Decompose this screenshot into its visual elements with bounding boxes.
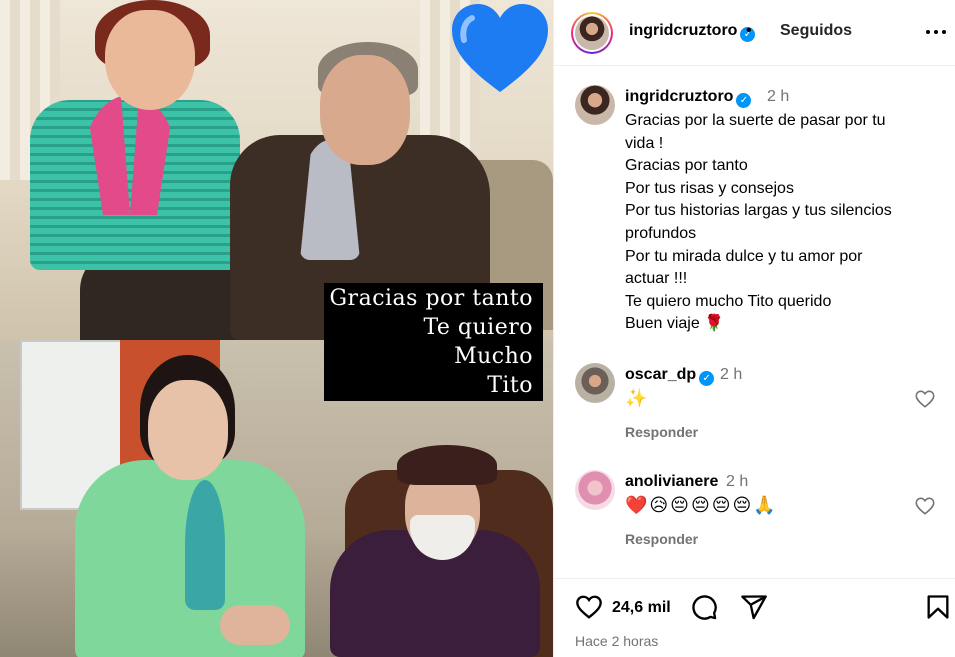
caption-text: Gracias por la suerte de pasar por tu vi… (625, 110, 925, 336)
separator-dot: • (746, 22, 752, 39)
caption-line: actuar !!! (625, 270, 688, 288)
caption-line: profundos (625, 224, 697, 242)
caption-line: Por tus historias largas y tus silencios (625, 202, 892, 220)
caption-time[interactable]: 2 h (767, 88, 789, 106)
reply-button[interactable]: Responder (625, 424, 698, 440)
caption-username-text[interactable]: ingridcruztoro (625, 88, 733, 105)
comment-like-heart-icon[interactable] (914, 388, 936, 410)
man-face (320, 55, 410, 165)
comment-time[interactable]: 2 h (720, 366, 742, 384)
held-hands (220, 605, 290, 645)
verified-badge-icon: ✓ (699, 371, 715, 386)
caption-line: Buen viaje 🌹 (625, 315, 725, 333)
comment-time[interactable]: 2 h (726, 473, 748, 491)
woman2-face (148, 380, 228, 480)
save-bookmark-icon[interactable] (924, 593, 952, 621)
following-button[interactable]: Seguidos (780, 22, 852, 40)
comment-text: ❤️😥😔😔😔😔🙏 (625, 495, 778, 515)
caption-line: Te quiero mucho Tito querido (625, 292, 832, 310)
comment-username-text[interactable]: oscar_dp (625, 366, 696, 383)
blue-heart-emoji-icon (452, 4, 548, 92)
likes-count[interactable]: 24,6 mil (612, 599, 671, 617)
overlay-line-1: Gracias por tanto (329, 286, 533, 311)
post-actions: 24,6 mil Hace 2 horas (554, 578, 955, 657)
post-side-panel: ingridcruztoro ✓ • Seguidos ingridcruztor… (553, 0, 955, 657)
verified-badge-icon: ✓ (736, 93, 752, 108)
comment-username-text[interactable]: anolivianere (625, 473, 718, 490)
caption-line: Por tu mirada dulce y tu amor por (625, 247, 863, 265)
more-options-icon[interactable] (924, 20, 948, 44)
header-username[interactable]: ingridcruztoro ✓ (629, 22, 756, 42)
overlay-line-2: Te quiero (423, 315, 533, 340)
caption-username[interactable]: ingridcruztoro ✓ (625, 88, 752, 108)
image-text-overlay: Gracias por tanto Te quiero Mucho Tito (324, 283, 543, 401)
header-username-text[interactable]: ingridcruztoro (629, 22, 737, 39)
old-man-cap (397, 445, 497, 485)
overlay-line-4: Tito (487, 373, 533, 398)
woman-teal-top (185, 480, 225, 610)
comment-icon[interactable] (690, 593, 718, 621)
comment-avatar[interactable] (575, 470, 615, 510)
post-image[interactable]: Gracias por tanto Te quiero Mucho Tito (0, 0, 553, 657)
post-header: ingridcruztoro ✓ • Seguidos (554, 0, 955, 66)
caption-line: Por tus risas y consejos (625, 179, 794, 197)
caption-avatar[interactable] (575, 85, 615, 125)
post-timestamp[interactable]: Hace 2 horas (575, 633, 658, 649)
author-avatar[interactable] (571, 12, 613, 54)
caption-line: Gracias por la suerte de pasar por tu (625, 112, 886, 129)
reply-button[interactable]: Responder (625, 531, 698, 547)
woman-face (105, 10, 195, 110)
overlay-line-3: Mucho (454, 344, 533, 369)
comment-avatar[interactable] (575, 363, 615, 403)
caption-line: Gracias por tanto (625, 157, 748, 175)
comment-text: ✨ (625, 388, 648, 408)
share-icon[interactable] (740, 593, 768, 621)
comment-like-heart-icon[interactable] (914, 495, 936, 517)
comment-username[interactable]: oscar_dp ✓ (625, 366, 715, 386)
caption-line: vida ! (625, 134, 664, 152)
like-heart-icon[interactable] (575, 593, 603, 621)
comment-username[interactable]: anolivianere (625, 473, 718, 491)
